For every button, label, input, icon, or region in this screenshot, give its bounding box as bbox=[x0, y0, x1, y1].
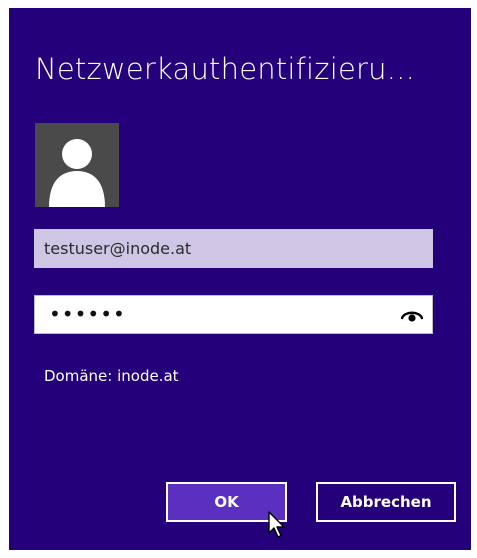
username-field[interactable]: testuser@inode.at bbox=[34, 229, 433, 268]
user-silhouette-icon bbox=[49, 139, 105, 207]
password-field[interactable]: •••••• bbox=[34, 295, 433, 334]
username-value: testuser@inode.at bbox=[44, 239, 192, 258]
user-avatar bbox=[35, 123, 119, 207]
network-auth-dialog: Netzwerkauthentifizieru... testuser@inod… bbox=[9, 8, 471, 550]
cancel-button[interactable]: Abbrechen bbox=[316, 482, 456, 522]
domain-label: Domäne: inode.at bbox=[44, 367, 179, 385]
dialog-title: Netzwerkauthentifizieru... bbox=[35, 52, 415, 86]
ok-button[interactable]: OK bbox=[166, 482, 287, 522]
password-value: •••••• bbox=[49, 302, 126, 326]
eye-icon[interactable] bbox=[401, 306, 423, 324]
